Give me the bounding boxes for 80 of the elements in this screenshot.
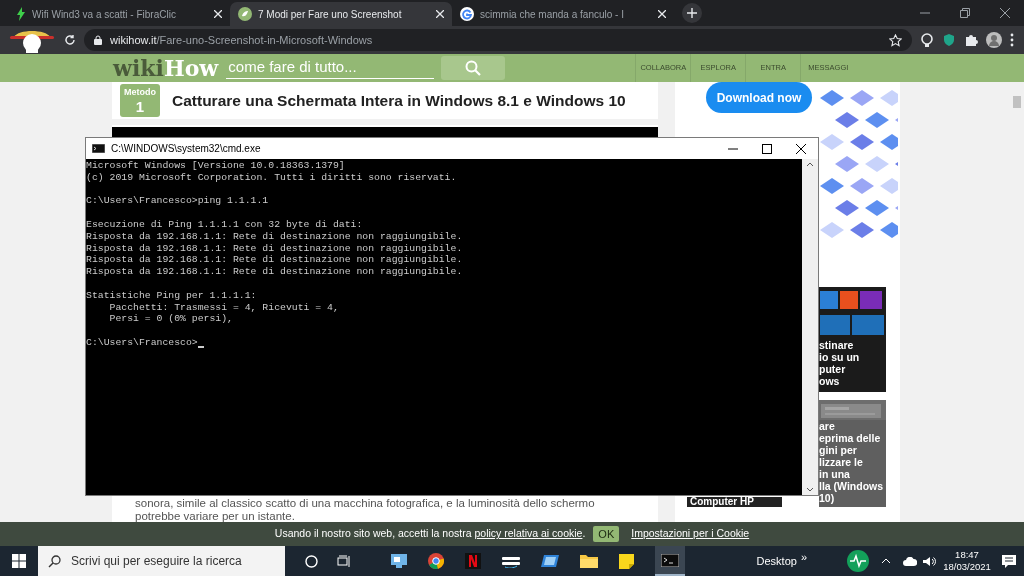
article-card[interactable]: are eprima delle gini per lizzare le in una lla (Windows 10) — [819, 400, 886, 507]
url-text: wikihow.it/Fare-uno-Screenshot-in-Microsoft-Windows — [110, 32, 373, 48]
window-app-icon[interactable] — [541, 554, 559, 568]
terminal-taskbar-button[interactable] — [655, 546, 685, 576]
console-line: Statistiche Ping per 1.1.1.1: — [86, 289, 257, 302]
maximize-icon[interactable] — [762, 143, 772, 154]
reload-icon[interactable] — [64, 34, 76, 46]
puzzle-icon[interactable] — [964, 33, 978, 47]
close-icon[interactable] — [1000, 8, 1010, 18]
pulse-app-icon[interactable] — [847, 550, 869, 572]
method-number: 1 — [135, 98, 145, 114]
cloud-icon[interactable] — [903, 556, 917, 566]
search-placeholder: Scrivi qui per eseguire la ricerca — [71, 553, 242, 570]
monitor-icon[interactable] — [391, 554, 407, 568]
g-logo-icon — [460, 7, 474, 21]
leaf-icon — [238, 7, 252, 21]
avatar-icon[interactable] — [986, 32, 1002, 48]
lock-icon — [94, 35, 102, 45]
cursor-icon — [197, 345, 204, 348]
close-icon[interactable] — [796, 143, 806, 154]
console-line: Pacchetti: Trasmessi = 4, Ricevuti = 4, — [108, 301, 339, 314]
card-title: stinare io su un puter ows — [819, 339, 860, 387]
video-app-icon[interactable] — [502, 554, 520, 568]
console-line: Risposta da 192.168.1.1: Rete di destinazione non raggiungibile. — [86, 266, 463, 278]
chevron-down-icon[interactable] — [806, 487, 814, 492]
console-line: Persi = 0 (0% persi), — [108, 313, 233, 326]
console-line: Microsoft Windows [Versione 10.0.18363.1379] — [86, 160, 345, 172]
console-line: Risposta da 192.168.1.1: Rete di destinazione non raggiungibile. — [86, 254, 463, 267]
address-field[interactable]: wikihow.it/Fare-uno-Screenshot-in-Microsoft-Windows — [84, 29, 912, 51]
bulb-icon[interactable] — [920, 33, 934, 47]
tile-icon[interactable] — [465, 553, 481, 569]
folder-icon[interactable] — [580, 554, 598, 568]
new-tab-icon[interactable] — [682, 3, 702, 23]
tab-title: scimmia che manda a fanculo - I — [480, 7, 624, 22]
scrollbar-thumb[interactable] — [1013, 96, 1021, 108]
browser-tab[interactable]: Wifi Wind3 va a scatti - FibraClic — [8, 2, 230, 26]
more-icon[interactable] — [1010, 33, 1014, 47]
task-view-icon[interactable] — [337, 554, 351, 568]
tab-title: 7 Modi per Fare uno Screenshot — [258, 7, 402, 22]
cookie-notice: Usando il nostro sito web, accetti la nostra policy relativa ai cookie. — [274, 526, 586, 542]
card-title: are eprima delle gini per lizzare le in una lla (Windows 10) — [819, 420, 884, 504]
terminal-icon — [92, 144, 105, 153]
shield-icon[interactable] — [942, 33, 956, 47]
more-toolbar-button[interactable]: » — [800, 548, 807, 566]
console-line: Risposta da 192.168.1.1: Rete di destinazione non raggiungibile. — [86, 242, 463, 255]
windows-icon[interactable] — [12, 554, 26, 568]
lightning-icon — [16, 7, 26, 21]
desktop-label[interactable]: Desktop — [756, 552, 797, 570]
taskbar-search-field[interactable]: Scrivi qui per eseguire la ricerca — [38, 546, 285, 576]
cookie-settings-link[interactable]: Impostazioni per i Cookie — [631, 526, 750, 542]
window-title: C:\WINDOWS\system32\cmd.exe — [111, 142, 261, 156]
sticky-note-icon[interactable] — [619, 553, 634, 569]
search-icon — [48, 554, 61, 568]
ok-button[interactable]: OK — [593, 526, 620, 542]
console-line: C:\Users\Francesco>ping 1.1.1.1 — [86, 195, 269, 208]
browser-icon[interactable] — [428, 553, 444, 569]
chevron-up-icon[interactable] — [806, 162, 814, 167]
star-icon[interactable] — [889, 33, 902, 47]
article-paragraph: sonora, simile al classico scatto di una macchina fotografica, e la luminosità dello schermo potrebbe variare per un istante. — [134, 496, 596, 522]
tab-title: Wifi Wind3 va a scatti - FibraClic — [32, 7, 176, 22]
console-line: Esecuzione di Ping 1.1.1.1 con 32 byte di dati: — [86, 219, 363, 231]
circle-icon[interactable] — [304, 554, 318, 568]
search-field[interactable]: come fare di tutto... — [226, 57, 435, 79]
restore-icon[interactable] — [960, 8, 970, 18]
terminal-icon — [661, 553, 679, 567]
browser-tab[interactable]: 7 Modi per Fare uno Screenshot — [230, 2, 452, 26]
time-text: 18:47 — [955, 549, 979, 561]
clock[interactable]: 18:47 18/03/2021 — [942, 549, 992, 573]
console-line: (c) 2019 Microsoft Corporation. Tutti i diritti sono riservati. — [86, 171, 457, 184]
date-text: 18/03/2021 — [943, 561, 991, 573]
notification-icon[interactable] — [1002, 554, 1016, 568]
card-caption[interactable]: Computer HP — [687, 497, 782, 507]
section-heading: Catturare una Schermata Intera in Windows 8.1 e Windows 10 — [172, 90, 626, 111]
console-prompt: C:\Users\Francesco> — [86, 336, 198, 349]
scrollbar[interactable] — [802, 159, 818, 495]
browser-tab[interactable]: scimmia che manda a fanculo - I — [452, 2, 674, 26]
speaker-icon[interactable] — [923, 555, 936, 567]
method-label: Metodo — [124, 87, 156, 97]
search-icon — [465, 60, 482, 76]
console-line: Risposta da 192.168.1.1: Rete di destinazione non raggiungibile. — [86, 230, 463, 243]
